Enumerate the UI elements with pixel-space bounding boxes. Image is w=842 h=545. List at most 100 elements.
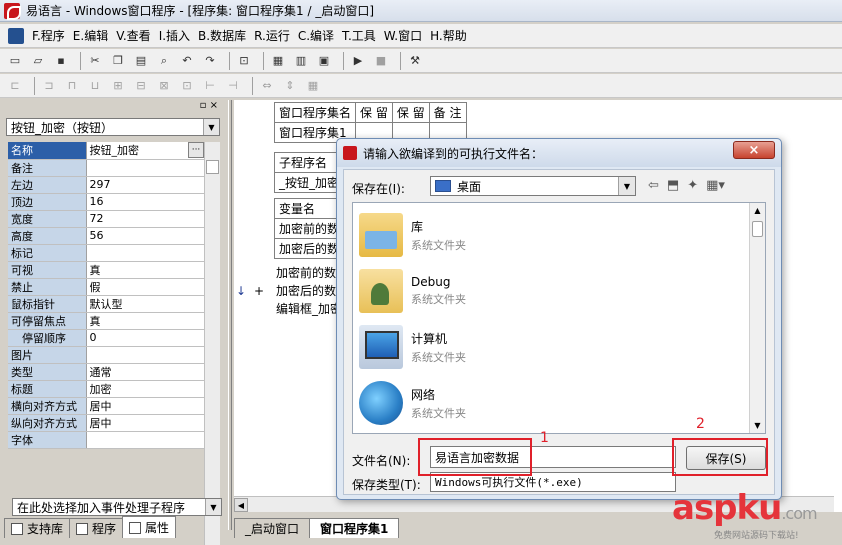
property-row[interactable]: 名称 按钮_加密 ··· bbox=[8, 142, 204, 160]
property-value[interactable]: 真 bbox=[86, 312, 204, 330]
layout-1-icon[interactable]: ▦ bbox=[269, 52, 287, 70]
code-line[interactable]: 编辑框_加密 bbox=[276, 300, 342, 317]
stop-icon[interactable]: ■ bbox=[372, 52, 390, 70]
property-value[interactable]: 默认型 bbox=[86, 295, 204, 313]
grid-icon[interactable]: ▦ bbox=[304, 77, 322, 95]
save-icon[interactable]: ▪ bbox=[52, 52, 70, 70]
property-value[interactable] bbox=[86, 159, 204, 177]
menu-window[interactable]: W.窗口 bbox=[380, 27, 426, 44]
property-value[interactable]: 56 bbox=[86, 227, 204, 245]
property-row[interactable]: 宽度 72 bbox=[8, 210, 204, 228]
align-left-icon[interactable]: ⊏ bbox=[6, 77, 24, 95]
align-bottom-icon[interactable]: ⊟ bbox=[132, 77, 150, 95]
event-selector[interactable]: 在此处选择加入事件处理子程序 ▼ bbox=[12, 498, 222, 516]
property-value[interactable]: 0 bbox=[86, 329, 204, 347]
menu-edit[interactable]: E.编辑 bbox=[69, 27, 112, 44]
paste-icon[interactable]: ▤ bbox=[132, 52, 150, 70]
list-item[interactable]: Debug 系统文件夹 bbox=[359, 265, 466, 317]
panel-close-icon[interactable]: ▫ × bbox=[200, 100, 218, 111]
scroll-left-icon[interactable]: ◀ bbox=[234, 498, 248, 512]
menu-run[interactable]: R.运行 bbox=[250, 27, 294, 44]
same-width-icon[interactable]: ⊠ bbox=[155, 77, 173, 95]
list-item[interactable]: 计算机 系统文件夹 bbox=[359, 321, 466, 373]
scroll-down-icon[interactable]: ▼ bbox=[750, 418, 765, 433]
property-row[interactable]: 类型 通常 bbox=[8, 363, 204, 381]
menu-tools[interactable]: T.工具 bbox=[338, 27, 380, 44]
property-value[interactable]: 居中 bbox=[86, 414, 204, 432]
property-row[interactable]: 横向对齐方式 居中 bbox=[8, 397, 204, 415]
property-value[interactable]: 16 bbox=[86, 193, 204, 211]
property-value[interactable]: 居中 bbox=[86, 397, 204, 415]
property-row[interactable]: 顶边 16 bbox=[8, 193, 204, 211]
chevron-down-icon[interactable]: ▼ bbox=[618, 177, 635, 195]
undo-icon[interactable]: ↶ bbox=[178, 52, 196, 70]
scrollbar-thumb[interactable] bbox=[206, 160, 219, 174]
property-value[interactable] bbox=[86, 431, 204, 449]
property-row[interactable]: 字体 bbox=[8, 431, 204, 449]
list-item[interactable]: 库 系统文件夹 bbox=[359, 209, 466, 261]
object-selector[interactable]: 按钮_加密（按钮） ▼ bbox=[6, 118, 220, 136]
find-icon[interactable]: ⌕ bbox=[155, 52, 173, 70]
open-folder-icon[interactable]: ▱ bbox=[29, 52, 47, 70]
preview-icon[interactable]: ⊡ bbox=[235, 52, 253, 70]
menu-insert[interactable]: I.插入 bbox=[155, 27, 194, 44]
scrollbar-thumb[interactable] bbox=[752, 221, 763, 237]
center-horizontal-icon[interactable]: ⇔ bbox=[258, 77, 276, 95]
property-row[interactable]: 可停留焦点真 bbox=[8, 312, 204, 330]
redo-icon[interactable]: ↷ bbox=[201, 52, 219, 70]
code-line[interactable]: 加密前的数 bbox=[276, 264, 336, 281]
back-icon[interactable]: ⇦ bbox=[648, 178, 659, 193]
code-line[interactable]: 加密后的数 bbox=[276, 282, 336, 299]
ellipsis-button[interactable]: ··· bbox=[188, 142, 204, 158]
menu-compile[interactable]: C.编译 bbox=[294, 27, 338, 44]
property-row[interactable]: 标记 bbox=[8, 244, 204, 262]
new-file-icon[interactable]: ▭ bbox=[6, 52, 24, 70]
property-value[interactable]: 297 bbox=[86, 176, 204, 194]
property-row[interactable]: 左边 297 bbox=[8, 176, 204, 194]
file-list[interactable]: 库 系统文件夹 Debug 系统文件夹 计算机 系统文件夹 网络 系统文件夹 ▲… bbox=[352, 202, 766, 434]
property-row[interactable]: 鼠标指针 默认型 bbox=[8, 295, 204, 313]
expand-plus-icon[interactable]: + bbox=[254, 284, 264, 298]
property-row[interactable]: 可视真 bbox=[8, 261, 204, 279]
property-value[interactable]: 通常 bbox=[86, 363, 204, 381]
chevron-down-icon[interactable]: ▼ bbox=[205, 499, 221, 515]
tab-startup-window[interactable]: _启动窗口 bbox=[234, 518, 311, 538]
property-value[interactable] bbox=[86, 244, 204, 262]
close-button[interactable]: × bbox=[733, 141, 775, 159]
layout-3-icon[interactable]: ▣ bbox=[315, 52, 333, 70]
property-row[interactable]: 图片 bbox=[8, 346, 204, 364]
scroll-up-icon[interactable]: ▲ bbox=[750, 203, 765, 218]
center-vertical-icon[interactable]: ⇕ bbox=[281, 77, 299, 95]
property-row[interactable]: 禁止假 bbox=[8, 278, 204, 296]
save-in-dropdown[interactable]: 桌面 ▼ bbox=[430, 176, 636, 196]
property-row[interactable]: 备注 bbox=[8, 159, 204, 177]
tab-properties[interactable]: 属性 bbox=[122, 516, 177, 538]
property-value[interactable]: 真 bbox=[86, 261, 204, 279]
align-middle-icon[interactable]: ⊞ bbox=[109, 77, 127, 95]
menu-help[interactable]: H.帮助 bbox=[426, 27, 471, 44]
variable-cell[interactable]: 加密前的数 bbox=[273, 218, 345, 239]
view-menu-icon[interactable]: ▦▾ bbox=[706, 178, 725, 193]
align-center-icon[interactable]: ⊐ bbox=[40, 77, 58, 95]
same-size-icon[interactable]: ⊢ bbox=[201, 77, 219, 95]
property-value[interactable]: 72 bbox=[86, 210, 204, 228]
menu-program[interactable]: F.程序 bbox=[28, 27, 69, 44]
property-value[interactable]: 假 bbox=[86, 278, 204, 296]
menu-app-icon[interactable] bbox=[8, 27, 24, 44]
property-row[interactable]: 停留顺序 0 bbox=[8, 329, 204, 347]
property-value[interactable]: 加密 bbox=[86, 380, 204, 398]
variable-cell[interactable]: 加密后的数 bbox=[273, 238, 345, 259]
menu-view[interactable]: V.查看 bbox=[112, 27, 154, 44]
tab-support-library[interactable]: 支持库 bbox=[4, 518, 71, 538]
property-row[interactable]: 纵向对齐方式 居中 bbox=[8, 414, 204, 432]
align-right-icon[interactable]: ⊓ bbox=[63, 77, 81, 95]
property-scrollbar[interactable] bbox=[204, 142, 220, 545]
file-list-scrollbar[interactable]: ▲ ▼ bbox=[749, 203, 765, 433]
up-folder-icon[interactable]: ⬒ bbox=[667, 178, 679, 193]
chevron-down-icon[interactable]: ▼ bbox=[203, 119, 219, 135]
panel-splitter[interactable] bbox=[228, 100, 232, 530]
align-top-icon[interactable]: ⊔ bbox=[86, 77, 104, 95]
space-horizontal-icon[interactable]: ⊣ bbox=[224, 77, 242, 95]
compile-icon[interactable]: ⚒ bbox=[406, 52, 424, 70]
run-icon[interactable]: ▶ bbox=[349, 52, 367, 70]
